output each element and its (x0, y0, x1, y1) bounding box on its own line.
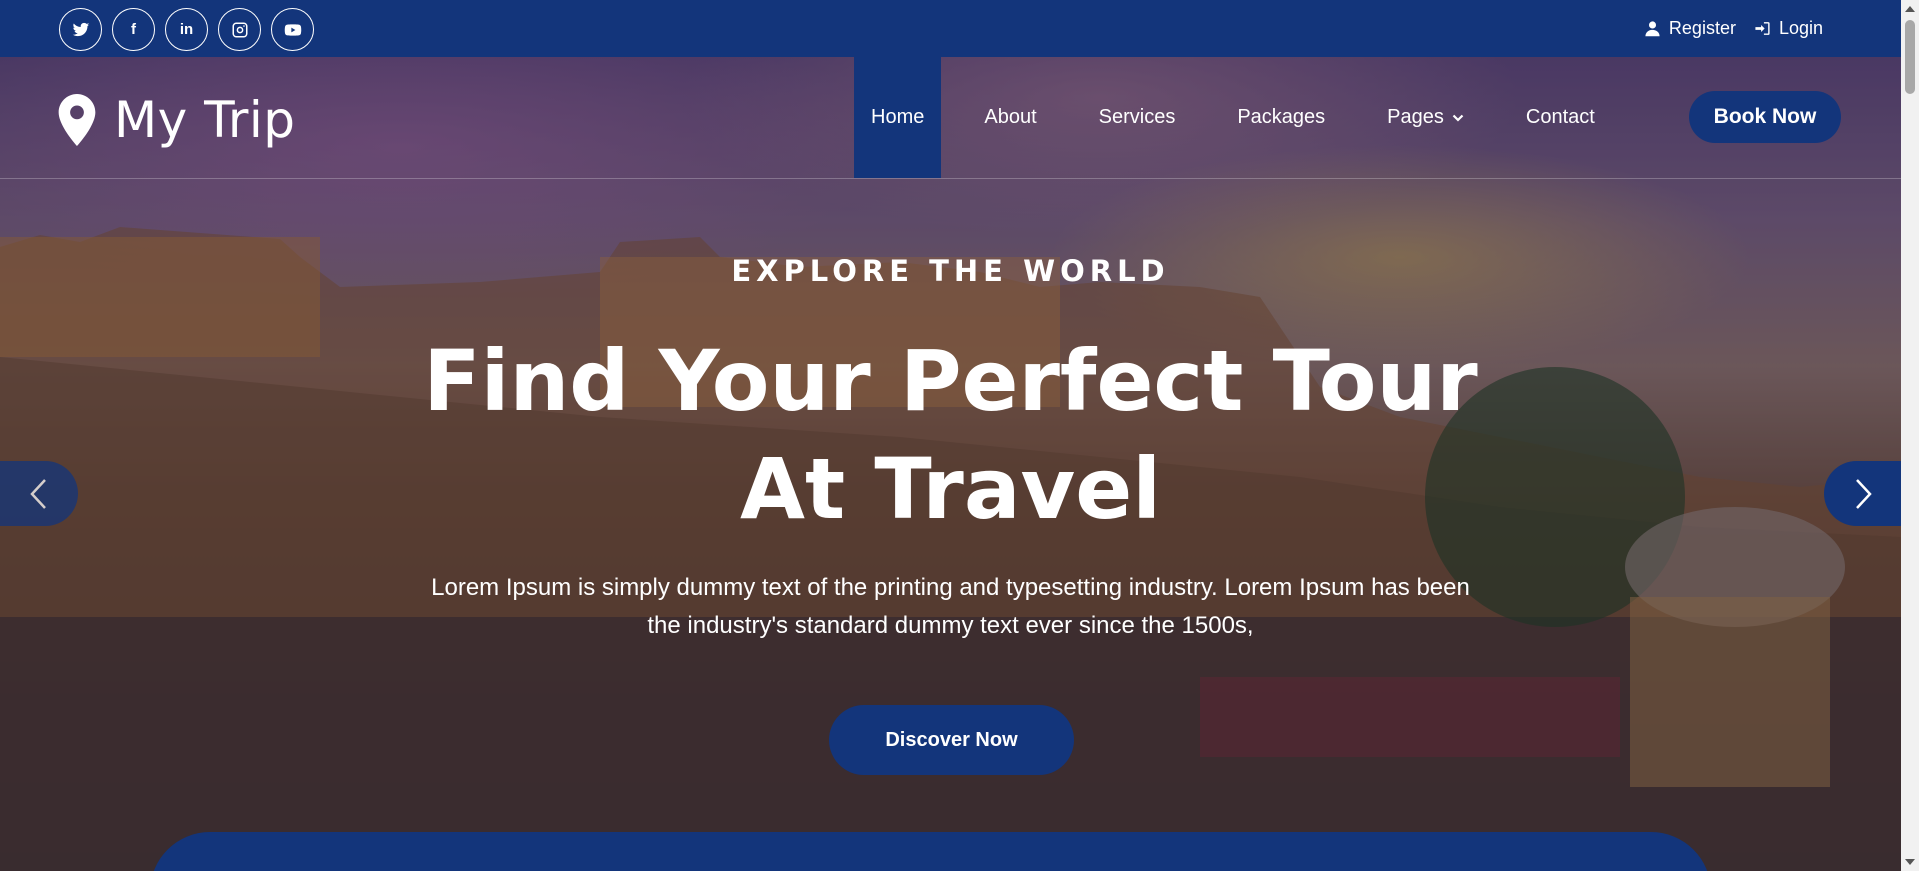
map-marker-icon (58, 94, 96, 146)
nav-services[interactable]: Services (1082, 57, 1193, 178)
main-nav: Home About Services Packages Pages Conta… (854, 57, 1640, 178)
facebook-icon: f (131, 21, 136, 38)
nav-pages-label: Pages (1387, 106, 1444, 128)
discover-now-button[interactable]: Discover Now (829, 705, 1074, 775)
login-label: Login (1778, 18, 1823, 38)
hero-title: Find Your Perfect Tour At Travel (423, 332, 1478, 538)
youtube-icon (284, 23, 301, 36)
vertical-scrollbar[interactable] (1901, 0, 1919, 871)
book-now-button[interactable]: Book Now (1689, 91, 1841, 143)
hero-kicker: EXPLORE THE WORLD (731, 254, 1170, 288)
facebook-link[interactable]: f (112, 8, 155, 51)
nav-home[interactable]: Home (854, 57, 942, 178)
instagram-icon (232, 22, 247, 37)
carousel-next-button[interactable] (1824, 461, 1901, 526)
register-label: Register (1668, 18, 1736, 38)
social-links: f in (59, 8, 314, 51)
scroll-down-arrow[interactable] (1905, 859, 1915, 865)
twitter-icon (72, 22, 89, 36)
scrollbar-thumb[interactable] (1905, 20, 1915, 94)
linkedin-icon: in (179, 21, 194, 38)
search-panel-top (150, 832, 1711, 871)
user-icon (1645, 21, 1660, 37)
sign-in-icon (1755, 22, 1770, 35)
carousel-prev-button[interactable] (0, 461, 78, 526)
nav-contact[interactable]: Contact (1509, 57, 1612, 178)
navbar-divider (0, 178, 1901, 179)
nav-packages[interactable]: Packages (1220, 57, 1342, 178)
chevron-left-icon (30, 478, 46, 509)
brand-name: My Trip (114, 91, 296, 149)
chevron-down-icon (1452, 114, 1464, 122)
chevron-right-icon (1856, 478, 1872, 509)
register-link[interactable]: Register (1644, 18, 1736, 39)
nav-about[interactable]: About (967, 57, 1053, 178)
twitter-link[interactable] (59, 8, 102, 51)
brand-logo[interactable]: My Trip (58, 91, 296, 149)
top-bar: f in Register Login (0, 0, 1901, 57)
login-link[interactable]: Login (1754, 18, 1823, 39)
linkedin-link[interactable]: in (165, 8, 208, 51)
scroll-up-arrow[interactable] (1905, 6, 1915, 12)
youtube-link[interactable] (271, 8, 314, 51)
hero-carousel: My Trip Home About Services Packages Pag… (0, 57, 1901, 871)
auth-links: Register Login (1644, 18, 1823, 39)
instagram-link[interactable] (218, 8, 261, 51)
hero-description: Lorem Ipsum is simply dummy text of the … (431, 574, 1470, 639)
nav-pages[interactable]: Pages (1370, 57, 1481, 178)
